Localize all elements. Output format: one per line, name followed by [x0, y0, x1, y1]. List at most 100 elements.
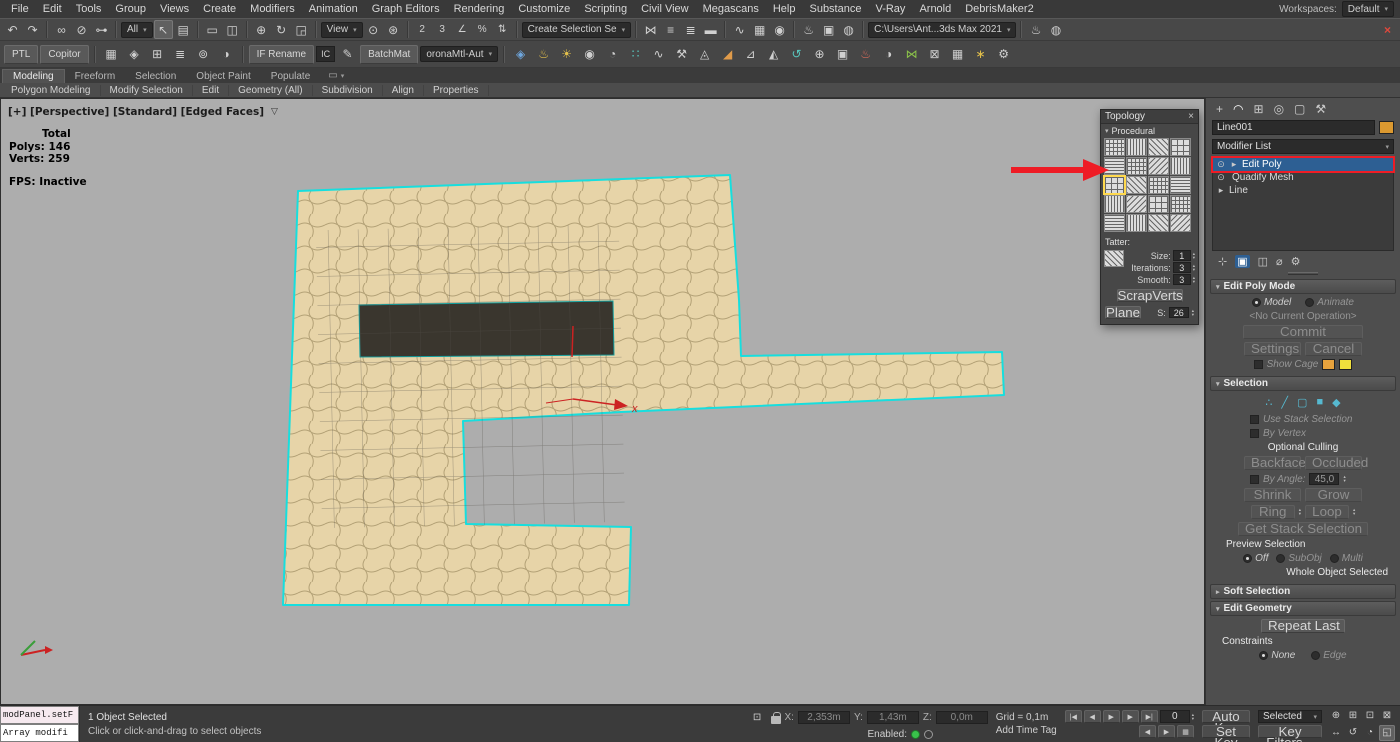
- menu-create[interactable]: Create: [196, 2, 243, 16]
- rollout-selection[interactable]: ▾ Selection: [1210, 376, 1396, 391]
- close-icon[interactable]: ×: [1188, 111, 1194, 122]
- next-frame-button[interactable]: ▶: [1122, 710, 1139, 723]
- configure-modifier-sets-icon[interactable]: ⚙: [1291, 255, 1301, 268]
- ring-button[interactable]: Ring: [1251, 505, 1295, 519]
- project-folder-dropdown[interactable]: C:\Users\Ant...3ds Max 2021▾: [868, 22, 1016, 38]
- orbit-tool-icon[interactable]: ↺: [786, 44, 807, 65]
- wave-modifier-icon[interactable]: ∿: [648, 44, 669, 65]
- selection-set-dropdown[interactable]: Selected▾: [1258, 710, 1322, 723]
- menu-arnold[interactable]: Arnold: [912, 2, 958, 16]
- listener-line-1[interactable]: modPanel.setF: [0, 706, 79, 724]
- contrast-icon[interactable]: ◑: [878, 44, 899, 65]
- tab-hierarchy-icon[interactable]: ⊞: [1254, 102, 1264, 116]
- layer-manager-icon[interactable]: ≣: [681, 20, 700, 39]
- repeat-last-button[interactable]: Repeat Last: [1261, 619, 1345, 633]
- panel-resize-grip[interactable]: [1288, 272, 1318, 275]
- key-filters-button[interactable]: Key Filters...: [1258, 725, 1322, 738]
- ptl-button[interactable]: PTL: [4, 45, 38, 64]
- topology-pattern-thumb[interactable]: [1126, 176, 1147, 194]
- region-select-icon[interactable]: ⊠: [924, 44, 945, 65]
- layer-stack-icon[interactable]: ≣: [170, 44, 191, 65]
- topology-pattern-thumb[interactable]: [1148, 176, 1169, 194]
- render-production-icon[interactable]: ◍: [839, 20, 858, 39]
- loop-button[interactable]: Loop: [1305, 505, 1349, 519]
- diamond-tool-icon[interactable]: ◈: [124, 44, 145, 65]
- panel-subdivision[interactable]: Subdivision: [313, 85, 383, 96]
- corona-mtl-dropdown[interactable]: oronaMtl-Aut▾: [420, 46, 498, 62]
- enabled-green-indicator[interactable]: [911, 730, 920, 739]
- topology-pattern-thumb[interactable]: [1148, 157, 1169, 175]
- viewport-label[interactable]: [+] [Perspective] [Standard] [Edged Face…: [8, 106, 278, 118]
- zoom-icon[interactable]: ⊕: [1328, 708, 1344, 724]
- snap-toggle-2d-icon[interactable]: 2: [413, 20, 432, 39]
- filter-funnel-icon[interactable]: ▽: [271, 107, 278, 117]
- mirror-plugin-icon[interactable]: ⋈: [901, 44, 922, 65]
- object-color-swatch[interactable]: [1379, 121, 1394, 134]
- topology-pattern-thumb[interactable]: [1104, 138, 1125, 156]
- render-teapot-icon[interactable]: ♨: [1026, 20, 1045, 39]
- menu-group[interactable]: Group: [108, 2, 153, 16]
- model-radio[interactable]: Model: [1252, 297, 1291, 308]
- tab-modeling[interactable]: Modeling: [2, 69, 65, 83]
- menu-graph-editors[interactable]: Graph Editors: [365, 2, 447, 16]
- previous-frame-button[interactable]: ◀: [1084, 710, 1101, 723]
- tab-freeform[interactable]: Freeform: [65, 70, 126, 83]
- menu-customize[interactable]: Customize: [511, 2, 577, 16]
- panel-geometry-all[interactable]: Geometry (All): [229, 85, 312, 96]
- triangle-mesh-icon[interactable]: ◬: [694, 44, 715, 65]
- pin-stack-icon[interactable]: ⊹: [1218, 255, 1227, 268]
- auto-key-button[interactable]: Auto Key: [1202, 710, 1250, 723]
- s-field[interactable]: 26: [1169, 307, 1189, 318]
- isolate-selection-icon[interactable]: ⊡: [748, 708, 767, 727]
- box-primitive-icon[interactable]: ▣: [832, 44, 853, 65]
- animate-radio[interactable]: Animate: [1305, 297, 1354, 308]
- modifier-list-dropdown[interactable]: Modifier List ▾: [1212, 139, 1394, 154]
- topology-pattern-thumb[interactable]: [1148, 214, 1169, 232]
- workspace-dropdown[interactable]: Default▾: [1342, 1, 1394, 17]
- light-icon[interactable]: ☀: [556, 44, 577, 65]
- hammer-utility-icon[interactable]: ⚒: [671, 44, 692, 65]
- ring-tool-icon[interactable]: ⊚: [193, 44, 214, 65]
- key-mode-toggle-icon[interactable]: ▦: [1177, 725, 1194, 738]
- vertex-subobject-icon[interactable]: ∴: [1265, 396, 1272, 409]
- smooth-field[interactable]: 3: [1173, 274, 1191, 285]
- render-setup-icon[interactable]: ♨: [799, 20, 818, 39]
- bind-to-space-warp-icon[interactable]: ⊶: [92, 20, 111, 39]
- topology-pattern-thumb[interactable]: [1104, 195, 1125, 213]
- get-stack-selection-button[interactable]: Get Stack Selection: [1238, 522, 1368, 536]
- prism-tool-icon[interactable]: ⊿: [740, 44, 761, 65]
- spinner-snap-icon[interactable]: ⇅: [493, 20, 512, 39]
- ribbon-toggle-icon[interactable]: ▬: [701, 20, 720, 39]
- visibility-eye-icon[interactable]: ⊙: [1216, 172, 1226, 183]
- current-frame-field[interactable]: 0: [1160, 710, 1190, 723]
- menu-debrismaker2[interactable]: DebrisMaker2: [958, 2, 1040, 16]
- stack-item-quadify-mesh[interactable]: ⊙ Quadify Mesh: [1213, 171, 1393, 184]
- topology-panel[interactable]: Topology × ▾ Procedural: [1100, 109, 1199, 325]
- zoom-plugin-icon[interactable]: ⊕: [809, 44, 830, 65]
- undo-icon[interactable]: ↶: [3, 20, 22, 39]
- y-coordinate-field[interactable]: 1,43m: [867, 711, 919, 724]
- orbit-icon[interactable]: ↺: [1345, 725, 1361, 741]
- sphere-material-icon[interactable]: ◉: [579, 44, 600, 65]
- cancel-button[interactable]: Cancel: [1305, 342, 1362, 356]
- menu-vray[interactable]: V-Ray: [868, 2, 912, 16]
- key-step-back-button[interactable]: ◀: [1139, 725, 1156, 738]
- settings-button[interactable]: Settings: [1244, 342, 1301, 356]
- tab-display-icon[interactable]: ▢: [1294, 102, 1305, 116]
- by-angle-spinner[interactable]: ▴▾: [1343, 475, 1345, 483]
- s-spinner[interactable]: ▴▾: [1192, 309, 1194, 317]
- constraint-edge-radio[interactable]: Edge: [1311, 650, 1346, 661]
- make-unique-icon[interactable]: ◫: [1258, 255, 1268, 268]
- render-iterative-icon[interactable]: ◍: [1046, 20, 1065, 39]
- rollout-soft-selection[interactable]: ▸ Soft Selection: [1210, 584, 1396, 599]
- enabled-secondary-toggle-icon[interactable]: [924, 730, 933, 739]
- panel-align[interactable]: Align: [383, 85, 424, 96]
- corona-render-icon[interactable]: ♨: [855, 44, 876, 65]
- size-spinner[interactable]: ▴▾: [1193, 252, 1195, 260]
- cage-color-swatch[interactable]: [1322, 359, 1335, 370]
- commit-button[interactable]: Commit: [1243, 325, 1363, 339]
- ic-field[interactable]: IC: [316, 46, 335, 62]
- tab-populate[interactable]: Populate: [261, 70, 320, 83]
- go-to-end-button[interactable]: ▶|: [1141, 710, 1158, 723]
- material-editor-icon[interactable]: ◉: [770, 20, 789, 39]
